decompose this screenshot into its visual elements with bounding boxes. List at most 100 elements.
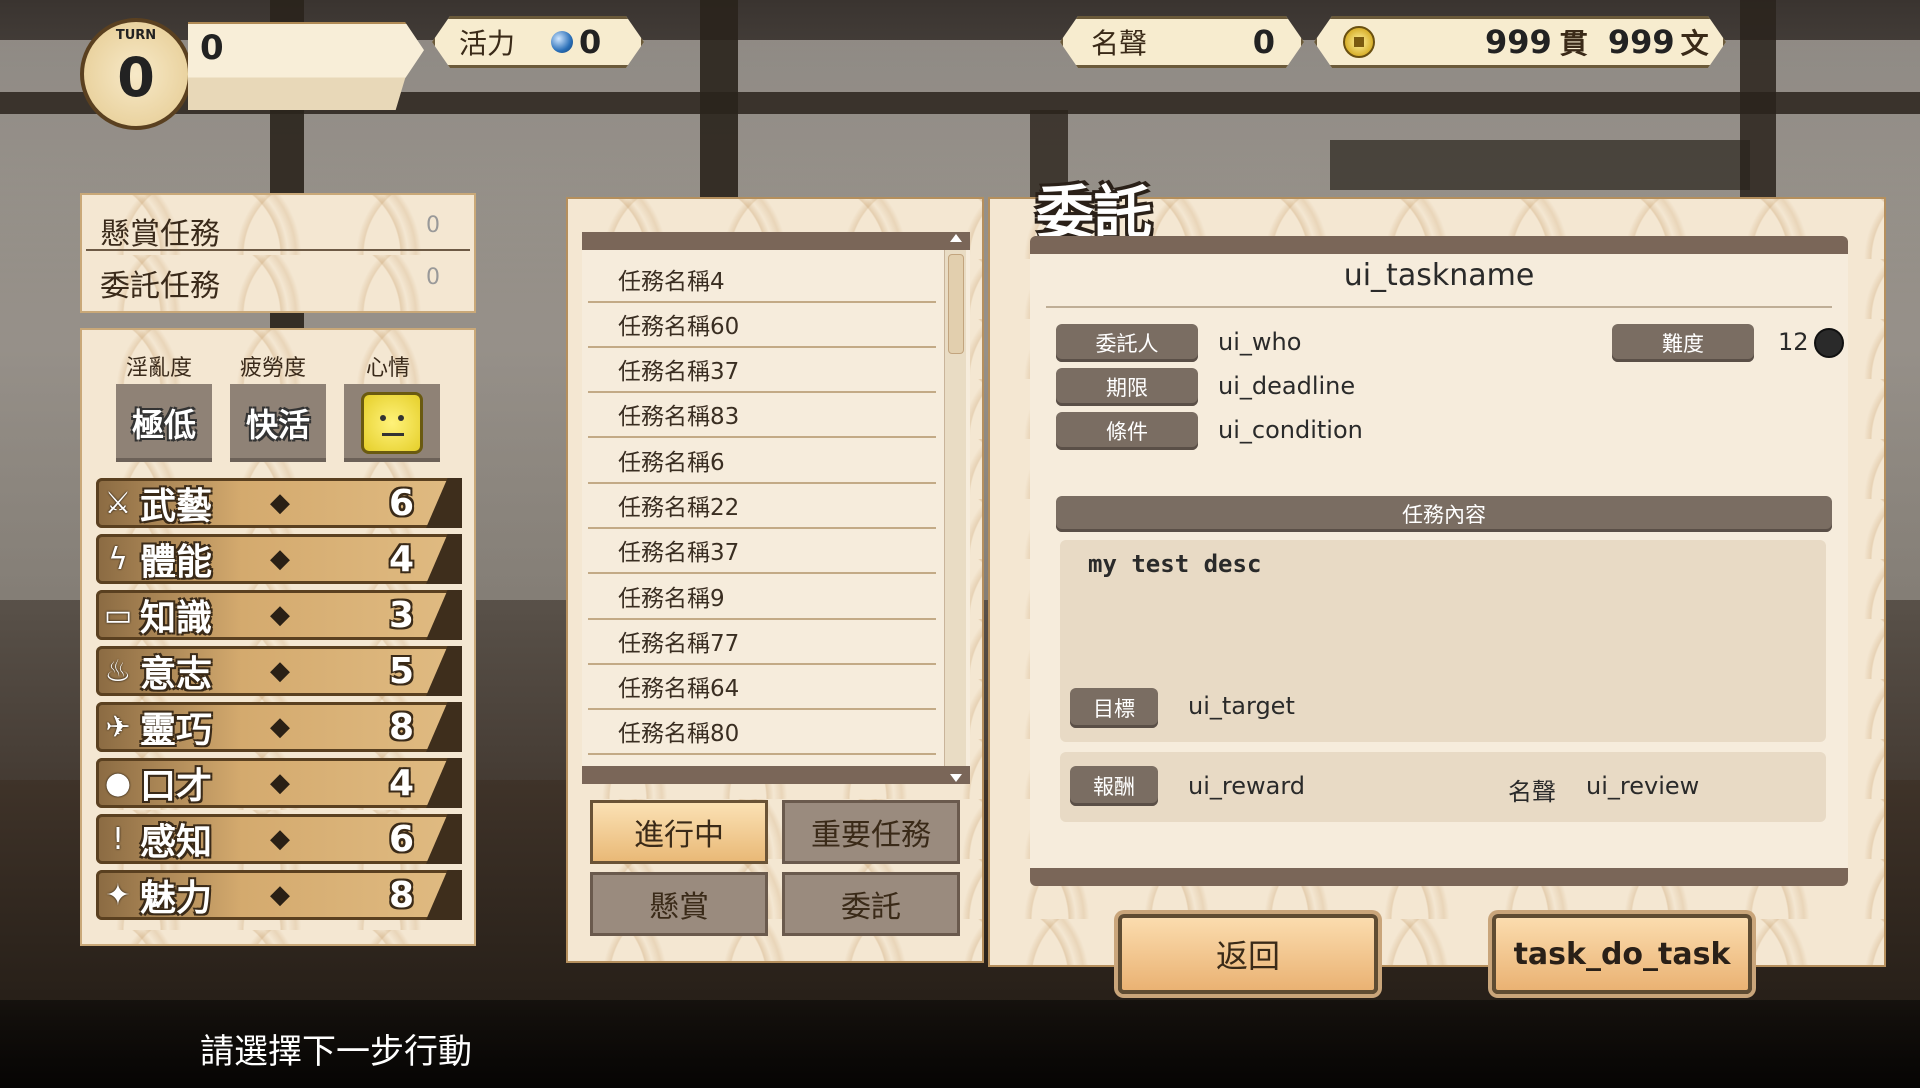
fatigue-value: 快活 <box>245 406 310 444</box>
tab-bounty-label: 懸賞 <box>649 890 709 925</box>
speech-bubble-icon: ● <box>104 765 132 801</box>
stat-name: 感知 <box>140 822 213 863</box>
stat-value: 6 <box>388 482 414 524</box>
diamond-icon: ◆ <box>270 768 290 798</box>
list-item[interactable]: 任務名稱64 <box>588 668 936 710</box>
flame-icon: ♨ <box>104 653 132 689</box>
turn-value: 0 <box>117 46 155 109</box>
diamond-icon: ◆ <box>270 880 290 910</box>
stat-name: 口才 <box>140 766 213 807</box>
stat-name: 體能 <box>140 542 213 583</box>
scrollbar-thumb[interactable] <box>948 254 964 354</box>
tab-commission-label: 委託 <box>841 890 901 925</box>
list-item[interactable]: 任務名稱80 <box>588 713 936 755</box>
top-value: 0 <box>200 28 224 68</box>
money-guan-unit: 貫 <box>1559 27 1588 60</box>
lewdness-value: 極低 <box>131 406 196 444</box>
reward-fame-label: 名聲 <box>1508 778 1556 806</box>
fame-display: 名聲 0 <box>1060 16 1304 68</box>
list-item[interactable]: 任務名稱22 <box>588 487 936 529</box>
diamond-icon: ◆ <box>270 824 290 854</box>
stat-value: 5 <box>388 650 414 692</box>
reward-fame-value: ui_review <box>1586 772 1700 800</box>
task-name: ui_taskname <box>1343 258 1535 293</box>
tab-commission[interactable]: 委託 <box>782 872 960 936</box>
stat-name: 知識 <box>140 598 213 639</box>
list-item[interactable]: 任務名稱6 <box>588 442 936 484</box>
list-item[interactable]: 任務名稱60 <box>588 306 936 348</box>
lewdness-badge: 極低 <box>116 384 212 462</box>
bottom-prompt: 請選擇下一步行動 <box>200 1032 472 1072</box>
turn-badge: TURN 0 <box>80 18 192 130</box>
content-header: 任務內容 <box>1056 496 1832 532</box>
stat-value: 4 <box>388 762 414 804</box>
client-value: ui_who <box>1218 328 1302 356</box>
money-guan: 999 <box>1485 23 1552 61</box>
stat-value: 3 <box>388 594 414 636</box>
turn-banner: 0 <box>188 22 424 110</box>
demon-face-icon <box>1814 328 1844 358</box>
stat-name: 靈巧 <box>140 710 213 751</box>
target-value: ui_target <box>1188 692 1295 720</box>
condition-value: ui_condition <box>1218 416 1363 444</box>
fame-value: 0 <box>1252 23 1275 61</box>
list-item[interactable]: 任務名稱9 <box>588 578 936 620</box>
commission-quest-count[interactable]: 委託任務 0 <box>86 255 470 305</box>
list-item[interactable]: 任務名稱4 <box>588 261 936 303</box>
diamond-icon: ◆ <box>270 600 290 630</box>
vitality-value: 0 <box>579 23 602 61</box>
difficulty-label: 難度 <box>1612 324 1754 362</box>
stat-row-martial: ⚔ 武藝 ◆ 6 <box>96 478 462 528</box>
stat-row-knowledge: ▭ 知識 ◆ 3 <box>96 590 462 640</box>
lightning-icon: ϟ <box>108 541 128 577</box>
book-icon: ▭ <box>103 597 133 633</box>
vitality-display: 活力 0 <box>432 16 644 68</box>
scroll-up-icon[interactable] <box>950 234 962 242</box>
do-task-button[interactable]: task_do_task <box>1492 914 1752 994</box>
coin-icon <box>1343 26 1375 58</box>
stat-name: 魅力 <box>140 878 213 919</box>
stat-row-charm: ✦ 魅力 ◆ 8 <box>96 870 462 920</box>
bounty-quest-label: 懸賞任務 <box>100 217 220 252</box>
neutral-face-icon <box>361 392 423 454</box>
bounty-quest-count[interactable]: 懸賞任務 0 <box>86 203 470 252</box>
exclamation-icon: ! <box>111 821 125 857</box>
client-label: 委託人 <box>1056 324 1198 362</box>
description-box: my test desc 目標 ui_target <box>1060 540 1826 742</box>
list-item[interactable]: 任務名稱83 <box>588 396 936 438</box>
mood-badge <box>344 384 440 462</box>
stat-value: 8 <box>388 706 414 748</box>
list-item[interactable]: 任務名稱37 <box>588 532 936 574</box>
money-wen: 999 <box>1607 23 1675 61</box>
task-list-scrollbar[interactable] <box>944 234 966 782</box>
tab-important[interactable]: 重要任務 <box>782 800 960 864</box>
diamond-icon: ◆ <box>270 488 290 518</box>
bounty-quest-value: 0 <box>426 213 440 238</box>
deadline-value: ui_deadline <box>1218 372 1356 400</box>
stat-value: 6 <box>388 818 414 860</box>
stat-row-physique: ϟ 體能 ◆ 4 <box>96 534 462 584</box>
difficulty-value: 12 <box>1778 328 1809 356</box>
money-wen-unit: 文 <box>1680 27 1709 60</box>
title-divider <box>1046 306 1832 308</box>
runner-icon: ✈ <box>105 709 131 745</box>
commission-quest-label: 委託任務 <box>100 269 220 304</box>
stat-name: 意志 <box>140 654 213 695</box>
description-text: my test desc <box>1088 550 1262 578</box>
list-item[interactable]: 任務名稱37 <box>588 351 936 393</box>
lewdness-header: 淫亂度 <box>126 356 193 381</box>
reward-label: 報酬 <box>1070 766 1158 806</box>
sparkle-icon: ✦ <box>105 877 131 913</box>
commission-quest-value: 0 <box>426 265 440 290</box>
money-display: 999 貫 999 文 <box>1314 16 1726 68</box>
diamond-icon: ◆ <box>270 656 290 686</box>
tab-bounty[interactable]: 懸賞 <box>590 872 768 936</box>
stat-value: 4 <box>388 538 414 580</box>
back-button[interactable]: 返回 <box>1118 914 1378 994</box>
do-task-button-label: task_do_task <box>1513 936 1731 972</box>
scroll-down-icon[interactable] <box>950 774 962 782</box>
fatigue-badge: 快活 <box>230 384 326 462</box>
tab-in-progress[interactable]: 進行中 <box>590 800 768 864</box>
list-item[interactable]: 任務名稱77 <box>588 623 936 665</box>
reward-value: ui_reward <box>1188 772 1305 800</box>
